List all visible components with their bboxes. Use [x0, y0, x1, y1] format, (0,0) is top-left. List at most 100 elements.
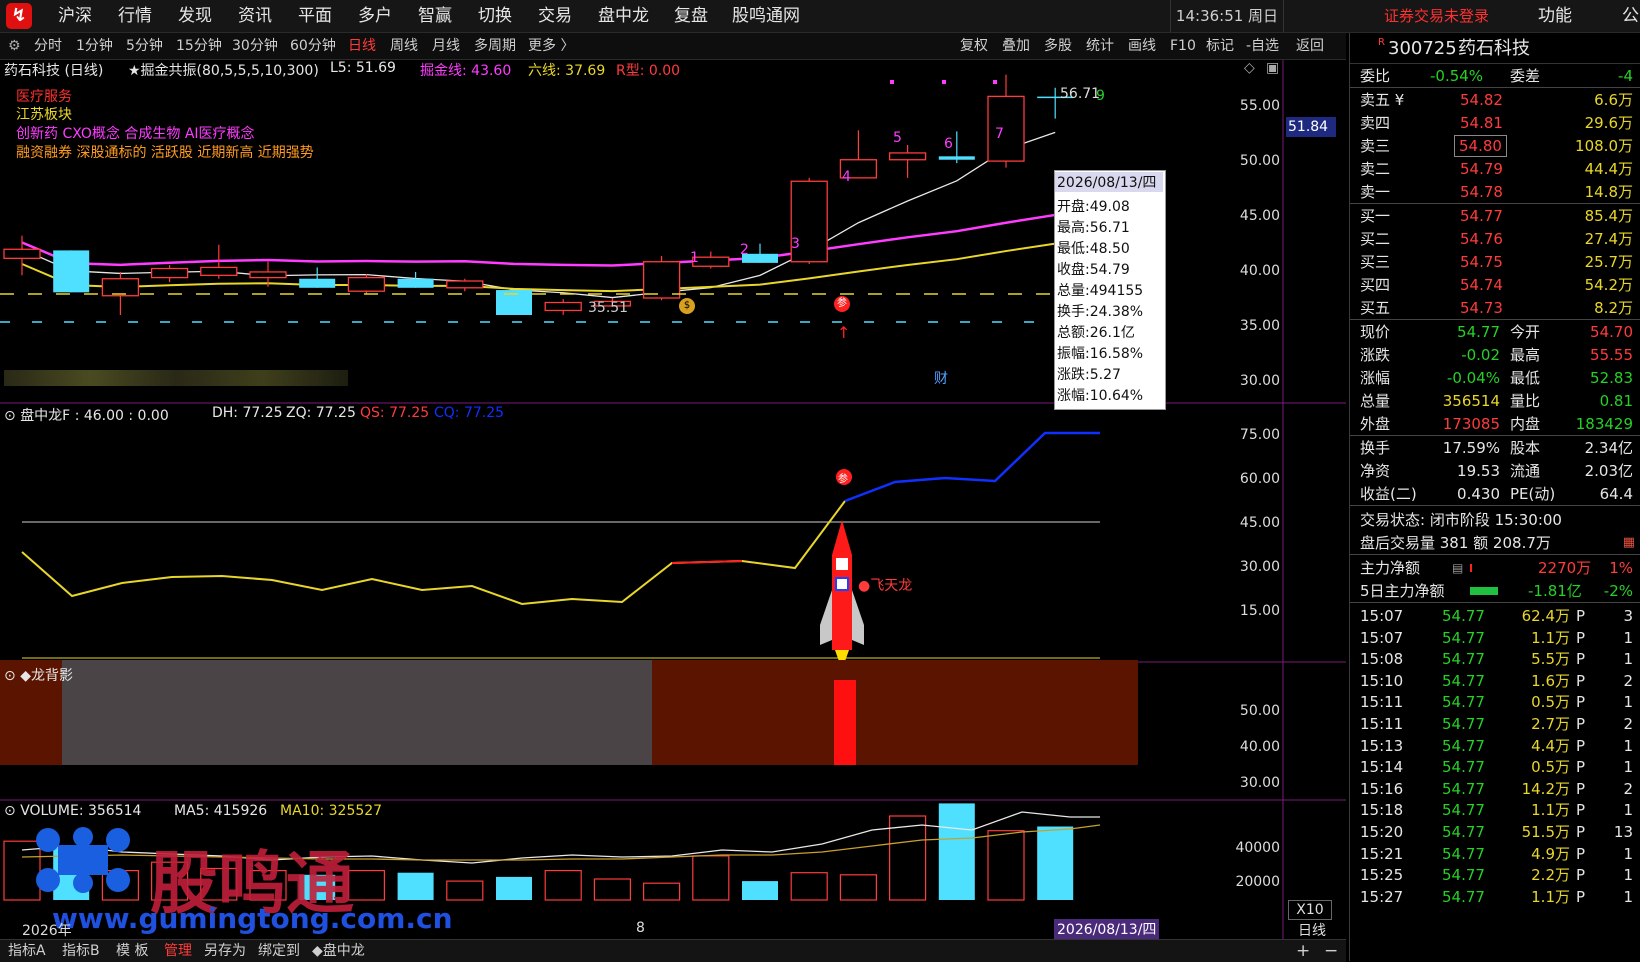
- flow-amount: 2270万: [1538, 559, 1592, 577]
- period-5min[interactable]: 5分钟: [126, 33, 163, 59]
- window-toggle-icon[interactable]: ▣: [1266, 60, 1279, 76]
- menu-item-fupan[interactable]: 复盘: [674, 0, 708, 32]
- settings-gear-icon[interactable]: ⚙: [8, 33, 21, 59]
- ask-row-1[interactable]: 卖一 54.78 14.8万: [1350, 181, 1640, 204]
- tool-diejia[interactable]: 叠加: [1002, 33, 1030, 59]
- zoom-in-button[interactable]: +: [1296, 940, 1310, 962]
- bid-row-4[interactable]: 买四 54.74 54.2万: [1350, 274, 1640, 296]
- zoom-out-button[interactable]: −: [1324, 940, 1338, 962]
- tab-bind-to[interactable]: 绑定到: [258, 940, 300, 962]
- signal-dot: [993, 80, 997, 84]
- tool-tongji[interactable]: 统计: [1086, 33, 1114, 59]
- flow-pct: 1%: [1609, 559, 1633, 577]
- tick-time: 15:11: [1360, 693, 1404, 712]
- tick-volume: 51.5万: [1521, 823, 1570, 841]
- tooltip-change: 涨跌:5.27: [1057, 367, 1121, 383]
- app-logo-icon[interactable]: ↯: [6, 3, 32, 29]
- login-status[interactable]: 证券交易未登录: [1384, 0, 1489, 32]
- bid-price: 54.73: [1460, 299, 1503, 317]
- tab-indicator-b[interactable]: 指标B: [62, 940, 100, 962]
- bid-row-2[interactable]: 买二 54.76 27.4万: [1350, 228, 1640, 250]
- diamond-icon[interactable]: ◇: [1244, 60, 1255, 76]
- tick-time: 15:25: [1360, 866, 1404, 885]
- menu-item-jiaoyi[interactable]: 交易: [538, 0, 572, 32]
- menu-item-pingmian[interactable]: 平面: [298, 0, 332, 32]
- ask-row-3[interactable]: 卖三 54.80 108.0万: [1350, 135, 1640, 157]
- period-fenshi[interactable]: 分时: [34, 33, 62, 59]
- menu-item-hushen[interactable]: 沪深: [58, 0, 92, 32]
- menu-item-panzhonglong[interactable]: 盘中龙: [598, 0, 649, 32]
- tool-f10[interactable]: F10: [1170, 33, 1196, 59]
- lbg-collapse-icon[interactable]: ⊙: [4, 668, 16, 684]
- ask-row-2[interactable]: 卖二 54.79 44.4万: [1350, 158, 1640, 180]
- signal-can-marker[interactable]: 参: [834, 296, 850, 312]
- volume-bar: [446, 880, 484, 901]
- tool-zixuan[interactable]: -自选: [1246, 33, 1279, 59]
- menu-item-zixun[interactable]: 资讯: [238, 0, 272, 32]
- period-daily[interactable]: 日线: [348, 33, 376, 59]
- quote-value: -0.02: [1461, 346, 1500, 364]
- tag-sector-2[interactable]: 江苏板块: [16, 104, 72, 124]
- cai-marker[interactable]: 财: [934, 368, 948, 388]
- tool-huaxian[interactable]: 画线: [1128, 33, 1156, 59]
- tick-volume: 0.5万: [1531, 758, 1570, 777]
- fund-label: PE(动): [1510, 485, 1556, 503]
- vol-indicator-name[interactable]: ⊙ VOLUME: 356514: [4, 803, 141, 819]
- menu-item-duohu[interactable]: 多户: [358, 0, 392, 32]
- pzl-indicator-name[interactable]: ⊙ 盘中龙F : 46.00 : 0.00: [4, 405, 169, 425]
- tick-row: 15:13 54.77 4.4万 P 1: [1350, 735, 1640, 757]
- flow-detail-icon[interactable]: ▤: [1452, 557, 1463, 579]
- period-multi[interactable]: 多周期: [474, 33, 516, 59]
- menu-item-qiehuan[interactable]: 切换: [478, 0, 512, 32]
- function-menu[interactable]: 功能: [1538, 0, 1572, 32]
- quote-row: 涨幅 -0.04% 最低 52.83: [1350, 367, 1640, 389]
- tab-manage[interactable]: 管理: [164, 940, 192, 962]
- tick-row: 15:11 54.77 0.5万 P 1: [1350, 691, 1640, 713]
- menu-item-hangqing[interactable]: 行情: [118, 0, 152, 32]
- tool-duogu[interactable]: 多股: [1044, 33, 1072, 59]
- tab-indicator-a[interactable]: 指标A: [8, 940, 46, 962]
- period-weekly[interactable]: 周线: [390, 33, 418, 59]
- tag-concepts[interactable]: 创新药 CXO概念 合成生物 AI医疗概念: [16, 123, 255, 143]
- tab-save-as[interactable]: 另存为: [204, 940, 246, 962]
- vol-collapse-icon[interactable]: ⊙: [4, 803, 16, 819]
- period-more[interactable]: 更多 〉: [528, 33, 574, 59]
- tool-biaoji[interactable]: 标记: [1206, 33, 1234, 59]
- tab-panzhonglong[interactable]: ◆盘中龙: [312, 940, 365, 962]
- menu-item-gumingtongwang[interactable]: 股鸣通网: [732, 0, 800, 32]
- candle-count-7: 7: [995, 126, 1004, 142]
- lbg-indicator-name[interactable]: ⊙ ◆龙背影: [4, 665, 73, 685]
- indicator-name[interactable]: ★掘金共振(80,5,5,5,10,300): [128, 60, 319, 80]
- menu-item-zhiying[interactable]: 智赢: [418, 0, 452, 32]
- bid-row-5[interactable]: 买五 54.73 8.2万: [1350, 297, 1640, 320]
- tool-fuquan[interactable]: 复权: [960, 33, 988, 59]
- tag-attributes[interactable]: 融资融券 深股通标的 活跃股 近期新高 近期强势: [16, 142, 314, 162]
- weicha-label: 委差: [1510, 67, 1541, 85]
- vol-scale-toggle[interactable]: X10: [1288, 900, 1332, 920]
- pzl-dh: DH: 77.25: [212, 405, 283, 421]
- period-15min[interactable]: 15分钟: [176, 33, 222, 59]
- ask-row-4[interactable]: 卖四 54.81 29.6万: [1350, 112, 1640, 134]
- bid-row-3[interactable]: 买三 54.75 25.7万: [1350, 251, 1640, 273]
- menu-item-partial[interactable]: 公: [1622, 0, 1639, 32]
- quote-label: 内盘: [1510, 415, 1541, 433]
- menu-item-faxian[interactable]: 发现: [178, 0, 212, 32]
- quote-value: -0.04%: [1446, 369, 1500, 387]
- money-bag-icon[interactable]: $: [679, 298, 695, 314]
- period-60min[interactable]: 60分钟: [290, 33, 336, 59]
- tool-fanhui[interactable]: 返回: [1296, 33, 1324, 59]
- bid-row-1[interactable]: 买一 54.77 85.4万: [1350, 205, 1640, 227]
- tag-sector-1[interactable]: 医疗服务: [16, 86, 72, 106]
- tick-price: 54.77: [1442, 650, 1485, 669]
- period-1min[interactable]: 1分钟: [76, 33, 113, 59]
- tab-template[interactable]: 模 板: [116, 940, 148, 962]
- lbg-title: ◆龙背影: [20, 668, 73, 684]
- volume-bar: [692, 855, 730, 901]
- calendar-icon[interactable]: ▦: [1623, 532, 1635, 554]
- pzl-collapse-icon[interactable]: ⊙: [4, 408, 16, 424]
- fund-value: 2.03亿: [1584, 462, 1633, 480]
- chart-area[interactable]: 参 药石科技 (日线) ★掘金共振(80,5,5,5,10,300) L5: 5…: [0, 60, 1346, 950]
- period-monthly[interactable]: 月线: [432, 33, 460, 59]
- period-30min[interactable]: 30分钟: [232, 33, 278, 59]
- ask-row-5[interactable]: 卖五 ¥ 54.82 6.6万: [1350, 89, 1640, 111]
